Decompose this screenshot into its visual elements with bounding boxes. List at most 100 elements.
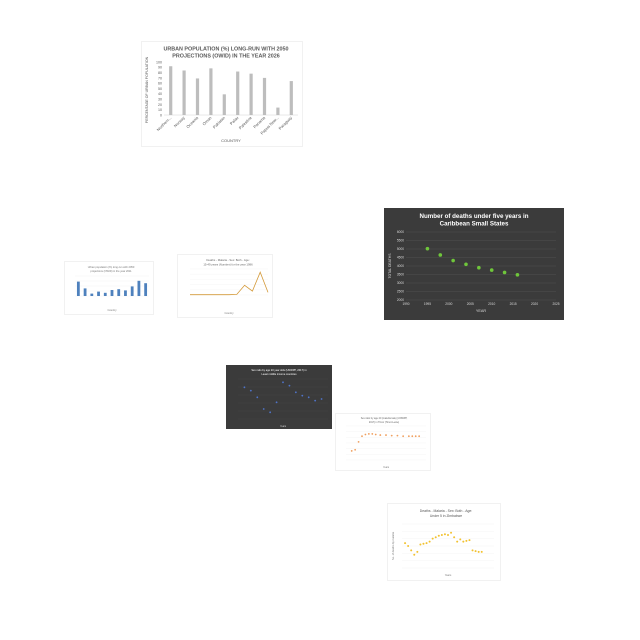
data-point-20 (465, 539, 468, 542)
chart-title-line: PROJECTIONS (OWID) IN THE YEAR 2026 (172, 53, 279, 59)
bar-7 (262, 77, 267, 115)
bar-4 (222, 94, 226, 115)
x-tick-label: 2000 (445, 302, 452, 306)
chart-title-line: Under 5 in Zimbabwe (430, 514, 462, 518)
bar-9 (289, 81, 293, 115)
y-tick-label: 0 (160, 113, 162, 117)
x-tick-label: Northern... (156, 115, 173, 132)
data-point-13 (407, 435, 410, 438)
data-point-5 (489, 268, 494, 272)
bar-1 (182, 70, 186, 115)
y-tick-label: 40 (158, 92, 162, 96)
x-tick-label: 2025 (552, 302, 559, 306)
data-point-18 (459, 538, 462, 541)
x-tick-label: Oceania (185, 115, 200, 130)
data-point-3 (464, 262, 468, 267)
bar-6 (249, 73, 253, 115)
x-tick-label: Pakistan (212, 115, 226, 129)
caribbean-under-five-deaths-chart: Number of deaths under five years in Cari… (384, 208, 564, 320)
data-point-10 (390, 434, 393, 437)
data-point-19 (462, 540, 465, 543)
data-point-11 (314, 399, 317, 402)
y-tick-label: 60 (158, 82, 162, 86)
chart-title-line: projections (OWID) in the year 2011 (90, 269, 132, 273)
y-tick-label: 50 (158, 87, 162, 91)
sex-ratio-timor-chart-svg: Sex ratio by age 20 (male/female) (UNWPP… (346, 417, 426, 469)
sex-ratio-least-middle-income-chart: Sex ratio by age 20 year olds (UNWPP, 20… (226, 365, 332, 429)
x-axis-label: Years (383, 466, 390, 469)
x-tick-label: Palau (229, 115, 240, 126)
x-axis-label: Years (445, 573, 452, 577)
chart-title-line: Urban population (%) long-run with 2050 (88, 265, 135, 269)
data-point-5 (275, 401, 278, 404)
data-point-6 (502, 270, 507, 275)
data-point-0 (243, 386, 246, 389)
data-point-5 (367, 433, 370, 435)
chart-title-line: Caribbean Small States (440, 221, 509, 228)
chart-title-line: Sex ratio by age 20 year olds (UNWPP, 20… (251, 368, 307, 372)
y-axis-label: No. of deaths by malaria (391, 531, 395, 560)
bar-3 (97, 291, 100, 296)
data-point-7 (288, 384, 291, 387)
bar-10 (144, 283, 148, 296)
x-tick-label: 2020 (531, 302, 538, 306)
data-point-21 (468, 539, 471, 542)
x-tick-label: 2015 (510, 302, 517, 306)
data-point-2 (410, 549, 413, 552)
bar-4 (103, 292, 107, 296)
y-axis-label: PERCENTAGE OF URBAN POPULATION (145, 56, 149, 123)
x-tick-label: Palestine (238, 115, 254, 131)
x-tick-label: 1995 (424, 302, 431, 306)
data-point-13 (443, 533, 446, 536)
y-tick-label: 90 (158, 66, 162, 70)
data-point-15 (450, 531, 453, 534)
bar-5 (110, 290, 114, 296)
data-point-9 (431, 537, 434, 540)
data-point-3 (413, 553, 416, 556)
y-tick-label: 20 (158, 103, 162, 107)
sex-ratio-timor-chart: Sex ratio by age 20 (male/female) (UNWPP… (336, 414, 430, 470)
data-point-25 (480, 550, 483, 553)
data-point-0 (425, 246, 430, 251)
bar-2 (90, 293, 94, 296)
caribbean-under-five-deaths-chart-svg: Number of deaths under five years inCari… (388, 213, 560, 313)
chart-title-line: 15-49 years (Number) for the year 1996 (203, 262, 253, 266)
data-point-8 (294, 391, 297, 394)
chart-title-line: Sex ratio by age 20 (male/female) (UNWPP… (361, 417, 408, 420)
data-point-4 (364, 433, 367, 436)
data-point-3 (361, 435, 363, 438)
data-point-2 (357, 440, 360, 443)
data-point-9 (385, 434, 387, 436)
y-tick-label: 70 (158, 76, 162, 80)
bar-0 (76, 281, 80, 296)
data-point-12 (320, 398, 323, 400)
urban-population-2011-bar-chart: Urban population (%) long-run with 2050 p… (65, 262, 153, 314)
data-point-0 (350, 450, 353, 452)
chart-title-line: Deaths - Malaria - Sex: Both - Age: (420, 509, 472, 513)
data-point-14 (447, 534, 449, 536)
data-point-12 (440, 534, 443, 536)
data-point-11 (437, 534, 440, 537)
data-point-6 (422, 542, 425, 545)
data-point-1 (354, 448, 357, 451)
chart-title-line: Number of deaths under five years in (420, 213, 529, 220)
urban-population-bar-chart-svg: URBAN POPULATION (%) LONG-RUN WITH 2050P… (145, 47, 298, 143)
data-point-16 (418, 435, 421, 438)
x-tick-label: Paraguay (277, 115, 293, 131)
data-point-10 (307, 396, 310, 399)
x-tick-label: 1990 (402, 302, 409, 306)
data-point-23 (474, 550, 477, 553)
data-point-8 (428, 540, 431, 543)
data-point-4 (416, 550, 419, 553)
malaria-deaths-line-chart-svg: Deaths - Malaria - Sex: Both - Age:15-49… (190, 258, 269, 315)
y-tick-label: 30 (158, 98, 162, 102)
data-point-7 (374, 433, 377, 436)
y-tick-label: 80 (158, 71, 162, 75)
y-tick-label: 5000 (397, 247, 404, 251)
bar-8 (276, 107, 280, 115)
data-point-10 (434, 536, 437, 539)
bar-6 (117, 289, 121, 296)
data-point-7 (515, 273, 520, 277)
data-point-0 (404, 542, 407, 545)
y-tick-label: 6000 (397, 230, 404, 234)
